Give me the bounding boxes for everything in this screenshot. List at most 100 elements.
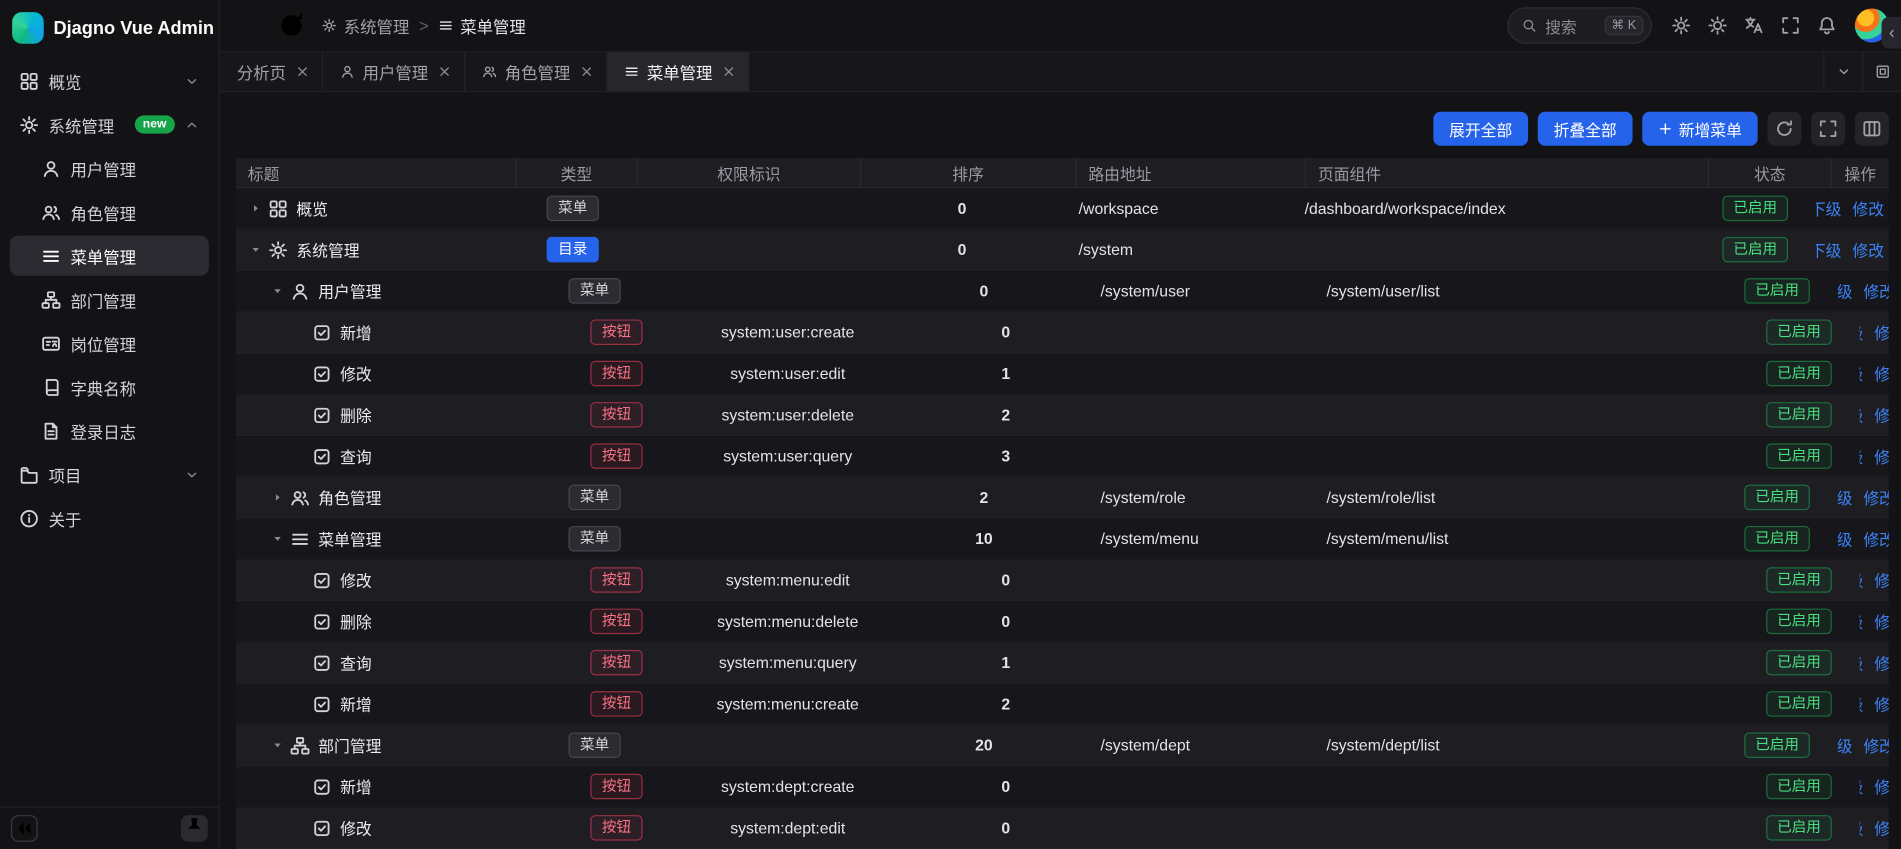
- sidebar-item-label: 字典名称: [70, 375, 199, 399]
- sidebar-item-project[interactable]: 项目: [10, 454, 209, 494]
- table-row[interactable]: 查询按钮system:user:query3已启用新增下级修改删除: [236, 436, 1889, 477]
- row-expand-arrow-icon[interactable]: [245, 199, 264, 218]
- action-add-child[interactable]: 新增下级: [1860, 692, 1864, 715]
- table-row[interactable]: 新增按钮system:user:create0已启用新增下级修改删除: [236, 312, 1889, 353]
- action-edit[interactable]: 修改: [1874, 775, 1889, 798]
- action-add-child[interactable]: 新增下级: [1860, 445, 1864, 468]
- settings-button[interactable]: [1665, 10, 1697, 42]
- sidebar-item-login-log[interactable]: 登录日志: [10, 411, 209, 451]
- sidebar-item-overview[interactable]: 概览: [10, 61, 209, 101]
- sidebar-item-about[interactable]: 关于: [10, 498, 209, 538]
- table-row[interactable]: 系统管理目录0/system已启用新增下级修改删除: [236, 230, 1889, 271]
- action-add-child[interactable]: 新增下级: [1838, 486, 1853, 509]
- action-add-child[interactable]: 新增下级: [1816, 238, 1842, 261]
- app-logo-row[interactable]: Djagno Vue Admin: [0, 0, 219, 56]
- add-menu-button[interactable]: 新增菜单: [1642, 112, 1757, 146]
- action-add-child[interactable]: 新增下级: [1838, 734, 1853, 757]
- collapse-all-button[interactable]: 折叠全部: [1538, 112, 1633, 146]
- action-edit[interactable]: 修改: [1874, 610, 1889, 633]
- edge-panel-button[interactable]: [1882, 17, 1901, 49]
- action-add-child[interactable]: 新增下级: [1838, 527, 1853, 550]
- row-expand-arrow-icon[interactable]: [267, 529, 286, 548]
- action-add-child[interactable]: 新增下级: [1860, 610, 1864, 633]
- action-edit[interactable]: 修改: [1874, 692, 1889, 715]
- row-expand-arrow-icon[interactable]: [245, 240, 264, 259]
- breadcrumb-item[interactable]: 系统管理: [322, 13, 409, 37]
- action-add-child[interactable]: 新增下级: [1860, 321, 1864, 344]
- sidebar-item-system-management[interactable]: 系统管理new: [10, 104, 209, 144]
- status-badge: 已启用: [1744, 485, 1810, 511]
- action-edit[interactable]: 修改: [1863, 279, 1889, 302]
- table-row[interactable]: 新增按钮system:menu:create2已启用新增下级修改删除: [236, 684, 1889, 725]
- table-row[interactable]: 角色管理菜单2/system/role/system/role/list已启用新…: [236, 477, 1889, 518]
- fullscreen-button[interactable]: [1775, 10, 1807, 42]
- table-row[interactable]: 查询按钮system:menu:query1已启用新增下级修改删除: [236, 643, 1889, 684]
- table-row[interactable]: 新增按钮system:dept:create0已启用新增下级修改删除: [236, 766, 1889, 807]
- table-row[interactable]: 修改按钮system:dept:edit0已启用新增下级修改删除: [236, 808, 1889, 849]
- theme-toggle-button[interactable]: [1702, 10, 1734, 42]
- action-add-child[interactable]: 新增下级: [1860, 568, 1864, 591]
- row-expand-arrow-icon[interactable]: [267, 281, 286, 300]
- sidebar-toggle-button[interactable]: [234, 10, 266, 42]
- action-edit[interactable]: 修改: [1874, 651, 1889, 674]
- search-input[interactable]: 搜索 ⌘ K: [1507, 7, 1652, 43]
- table-row[interactable]: 菜单管理菜单10/system/menu/system/menu/list已启用…: [236, 519, 1889, 560]
- action-edit[interactable]: 修改: [1863, 486, 1889, 509]
- expand-all-button[interactable]: 展开全部: [1433, 112, 1528, 146]
- row-expand-arrow-icon[interactable]: [267, 488, 286, 507]
- action-edit[interactable]: 修改: [1874, 568, 1889, 591]
- action-add-child[interactable]: 新增下级: [1860, 816, 1864, 839]
- sidebar-item-post-management[interactable]: 岗位管理: [10, 323, 209, 363]
- tab-close-icon[interactable]: [295, 64, 310, 79]
- fullscreen-table-button[interactable]: [1811, 112, 1845, 146]
- action-edit[interactable]: 修改: [1874, 816, 1889, 839]
- action-edit[interactable]: 修改: [1874, 445, 1889, 468]
- info-icon: [19, 508, 38, 527]
- table-row[interactable]: 删除按钮system:user:delete2已启用新增下级修改删除: [236, 395, 1889, 436]
- tab-analytics[interactable]: 分析页: [220, 52, 323, 91]
- action-add-child[interactable]: 新增下级: [1860, 403, 1864, 426]
- action-add-child[interactable]: 新增下级: [1838, 279, 1853, 302]
- action-edit[interactable]: 修改: [1874, 362, 1889, 385]
- action-edit[interactable]: 修改: [1863, 734, 1889, 757]
- tab-close-icon[interactable]: [721, 64, 736, 79]
- sidebar-item-dict-management[interactable]: 字典名称: [10, 367, 209, 407]
- breadcrumb-item[interactable]: 菜单管理: [438, 13, 525, 37]
- tab-menu-management[interactable]: 菜单管理: [607, 52, 749, 91]
- tab-list-dropdown-button[interactable]: [1823, 52, 1862, 91]
- tab-user-management[interactable]: 用户管理: [323, 52, 465, 91]
- refresh-table-button[interactable]: [1767, 112, 1801, 146]
- column-settings-button[interactable]: [1855, 112, 1889, 146]
- table-row[interactable]: 修改按钮system:menu:edit0已启用新增下级修改删除: [236, 560, 1889, 601]
- action-edit[interactable]: 修改: [1852, 238, 1884, 261]
- language-button[interactable]: [1738, 10, 1770, 42]
- table-row[interactable]: 删除按钮system:menu:delete0已启用新增下级修改删除: [236, 601, 1889, 642]
- sidebar-collapse-button[interactable]: [11, 815, 38, 842]
- sidebar-item-dept-management[interactable]: 部门管理: [10, 279, 209, 319]
- table-row[interactable]: 修改按钮system:user:edit1已启用新增下级修改删除: [236, 353, 1889, 394]
- action-edit[interactable]: 修改: [1852, 197, 1884, 220]
- table-row[interactable]: 部门管理菜单20/system/dept/system/dept/list已启用…: [236, 725, 1889, 766]
- action-edit[interactable]: 修改: [1874, 321, 1889, 344]
- action-add-child[interactable]: 新增下级: [1860, 651, 1864, 674]
- table-row[interactable]: 概览菜单0/workspace/dashboard/workspace/inde…: [236, 188, 1889, 229]
- action-add-child[interactable]: 新增下级: [1860, 362, 1864, 385]
- tab-role-management[interactable]: 角色管理: [465, 52, 607, 91]
- action-add-child[interactable]: 新增下级: [1860, 775, 1864, 798]
- tab-maximize-button[interactable]: [1862, 52, 1901, 91]
- tab-close-icon[interactable]: [579, 64, 594, 79]
- action-edit[interactable]: 修改: [1863, 527, 1889, 550]
- sidebar-item-label: 岗位管理: [70, 331, 199, 355]
- sidebar-item-label: 部门管理: [70, 287, 199, 311]
- row-expand-arrow-icon[interactable]: [267, 736, 286, 755]
- action-edit[interactable]: 修改: [1874, 403, 1889, 426]
- action-add-child[interactable]: 新增下级: [1816, 197, 1842, 220]
- page-refresh-button[interactable]: [276, 10, 308, 42]
- sidebar-item-menu-management[interactable]: 菜单管理: [10, 236, 209, 276]
- sidebar-item-user-management[interactable]: 用户管理: [10, 148, 209, 188]
- sidebar-pin-button[interactable]: [181, 815, 208, 842]
- sidebar-item-role-management[interactable]: 角色管理: [10, 192, 209, 232]
- tab-close-icon[interactable]: [437, 64, 452, 79]
- notifications-button[interactable]: [1811, 10, 1843, 42]
- table-row[interactable]: 用户管理菜单0/system/user/system/user/list已启用新…: [236, 271, 1889, 312]
